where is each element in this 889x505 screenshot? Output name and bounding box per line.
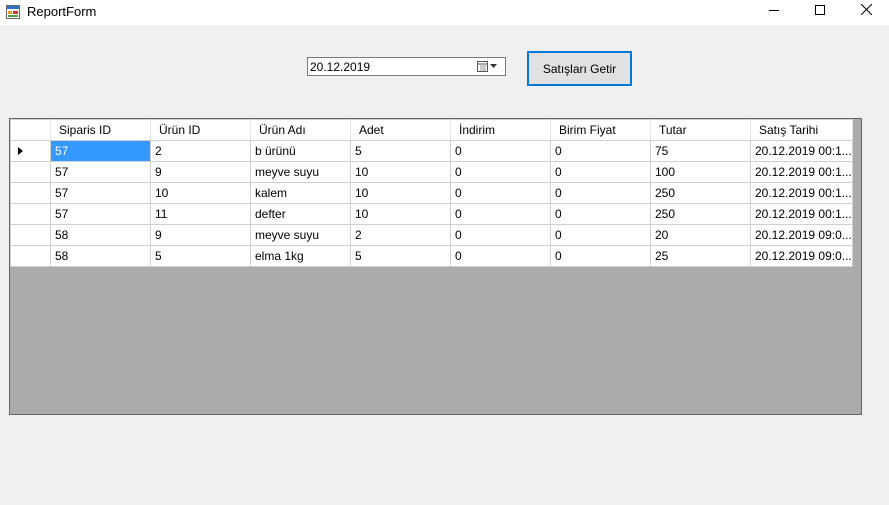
table-cell[interactable]: 0 [450,182,551,204]
table-cell[interactable]: 0 [450,140,551,162]
table-cell[interactable]: 5 [150,245,251,267]
table-cell[interactable]: 5 [350,140,451,162]
table-row[interactable]: 57 11 defter 10 0 0 250 20.12.2019 00:1.… [10,203,853,225]
calendar-dropdown-icon[interactable] [475,59,503,74]
table-cell[interactable]: 57 [50,182,151,204]
table-cell[interactable]: meyve suyu [250,224,351,246]
row-header[interactable] [10,203,51,225]
title-bar[interactable]: ReportForm [0,0,889,25]
column-header-indirim[interactable]: İndirim [450,119,551,141]
maximize-button[interactable] [797,0,843,22]
table-cell[interactable]: 20.12.2019 00:1... [750,182,853,204]
column-header-tutar[interactable]: Tutar [650,119,751,141]
minimize-icon [769,4,779,18]
date-value: 20.12.2019 [310,60,371,74]
table-cell[interactable]: 2 [350,224,451,246]
table-cell[interactable]: 58 [50,245,151,267]
table-cell[interactable]: elma 1kg [250,245,351,267]
sales-table: Siparis ID Ürün ID Ürün Adı Adet İndirim… [10,119,853,267]
column-header-urun-id[interactable]: Ürün ID [150,119,251,141]
row-header[interactable] [10,224,51,246]
table-row[interactable]: 57 10 kalem 10 0 0 250 20.12.2019 00:1..… [10,182,853,204]
table-cell[interactable]: 9 [150,161,251,183]
table-cell[interactable]: 20.12.2019 09:0... [750,224,853,246]
table-cell[interactable]: 250 [650,182,751,204]
header-row: Siparis ID Ürün ID Ürün Adı Adet İndirim… [10,119,853,141]
table-cell[interactable]: meyve suyu [250,161,351,183]
column-header-adet[interactable]: Adet [350,119,451,141]
row-header[interactable] [10,161,51,183]
table-cell[interactable]: 5 [350,245,451,267]
table-cell[interactable]: 20.12.2019 09:0... [750,245,853,267]
table-cell[interactable]: 20.12.2019 00:1... [750,203,853,225]
table-cell[interactable]: 25 [650,245,751,267]
table-row[interactable]: 57 2 b ürünü 5 0 0 75 20.12.2019 00:1... [10,140,853,162]
table-row[interactable]: 58 9 meyve suyu 2 0 0 20 20.12.2019 09:0… [10,224,853,246]
table-cell[interactable]: 250 [650,203,751,225]
table-cell[interactable]: 20.12.2019 00:1... [750,140,853,162]
row-header[interactable] [10,140,51,162]
table-cell[interactable]: 100 [650,161,751,183]
table-cell[interactable]: 20 [650,224,751,246]
table-cell[interactable]: 10 [350,182,451,204]
table-cell[interactable]: 10 [350,203,451,225]
table-cell[interactable]: 10 [350,161,451,183]
table-cell[interactable]: 20.12.2019 00:1... [750,161,853,183]
table-cell[interactable]: 57 [50,161,151,183]
table-cell[interactable]: 75 [650,140,751,162]
table-cell[interactable]: 0 [450,161,551,183]
table-cell[interactable]: 0 [450,245,551,267]
table-cell[interactable]: 57 [50,203,151,225]
row-header[interactable] [10,245,51,267]
table-cell[interactable]: 0 [450,224,551,246]
table-cell[interactable]: 11 [150,203,251,225]
form-icon [6,5,20,19]
window-title: ReportForm [27,4,97,19]
table-cell[interactable]: 0 [550,203,651,225]
table-cell[interactable]: 58 [50,224,151,246]
table-cell[interactable]: 57 [50,140,151,162]
row-header[interactable] [10,182,51,204]
current-row-pointer-icon [18,147,23,155]
maximize-icon [815,4,825,18]
table-row[interactable]: 58 5 elma 1kg 5 0 0 25 20.12.2019 09:0..… [10,245,853,267]
fetch-sales-button[interactable]: Satışları Getir [527,51,632,86]
column-header-birim-fiyat[interactable]: Birim Fiyat [550,119,651,141]
column-header-satis-tarihi[interactable]: Satış Tarihi [750,119,853,141]
table-cell[interactable]: 0 [550,161,651,183]
minimize-button[interactable] [751,0,797,22]
close-icon [860,3,872,18]
date-picker[interactable]: 20.12.2019 [307,57,506,76]
table-cell[interactable]: 0 [550,182,651,204]
column-header-siparis-id[interactable]: Siparis ID [50,119,151,141]
table-cell[interactable]: 0 [550,245,651,267]
table-cell[interactable]: b ürünü [250,140,351,162]
top-left-header-cell[interactable] [10,119,51,141]
table-cell[interactable]: defter [250,203,351,225]
close-button[interactable] [843,0,889,22]
sales-data-grid[interactable]: Siparis ID Ürün ID Ürün Adı Adet İndirim… [9,118,862,415]
table-cell[interactable]: 0 [450,203,551,225]
report-form-window: ReportForm 20.12.2019 Satışları Getir Si… [0,0,889,505]
table-cell[interactable]: 0 [550,140,651,162]
table-cell[interactable]: kalem [250,182,351,204]
table-row[interactable]: 57 9 meyve suyu 10 0 0 100 20.12.2019 00… [10,161,853,183]
table-cell[interactable]: 9 [150,224,251,246]
table-cell[interactable]: 0 [550,224,651,246]
column-header-urun-adi[interactable]: Ürün Adı [250,119,351,141]
table-cell[interactable]: 10 [150,182,251,204]
table-cell[interactable]: 2 [150,140,251,162]
